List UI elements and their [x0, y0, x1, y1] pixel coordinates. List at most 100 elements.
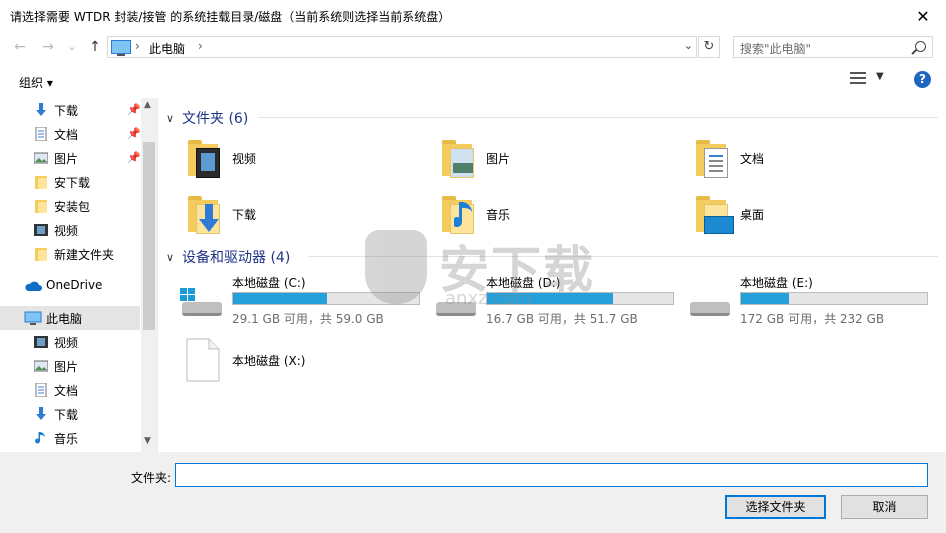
computer-icon	[111, 40, 131, 56]
desktop-folder-icon	[694, 194, 734, 234]
drives-group-header[interactable]: 设备和驱动器 (4)	[182, 247, 290, 267]
scroll-up-icon[interactable]: ▲	[144, 100, 151, 110]
folder-tile-documents[interactable]: 文档	[694, 138, 934, 190]
close-button[interactable]: ✕	[900, 0, 946, 32]
window-title: 请选择需要 WTDR 封装/接管 的系统挂载目录/磁盘（当前系统则选择当前系统盘…	[10, 10, 451, 24]
address-bar[interactable]: › 此电脑 › ⌄	[107, 36, 697, 58]
sidebar-item-pc-videos[interactable]: 视频	[0, 330, 140, 354]
sidebar-item-label: 文档	[54, 128, 79, 142]
scrollbar-thumb[interactable]	[143, 142, 155, 330]
sidebar-item-pictures[interactable]: 图片 📌	[0, 146, 141, 170]
sidebar-item-installers[interactable]: 安装包	[0, 194, 140, 218]
picture-icon	[34, 360, 48, 372]
sidebar-item-label: 下载	[54, 104, 79, 118]
search-input[interactable]: 搜索"此电脑"	[733, 36, 933, 58]
folder-label: 音乐	[486, 208, 511, 222]
computer-icon	[24, 311, 42, 325]
picture-folder-icon	[440, 138, 474, 178]
breadcrumb-chevron-icon[interactable]: ›	[135, 39, 140, 53]
folder-tile-pictures[interactable]: 图片	[440, 138, 680, 190]
pin-icon[interactable]: 📌	[127, 127, 141, 140]
scroll-down-icon[interactable]: ▼	[144, 436, 151, 446]
sidebar-item-anxiazai[interactable]: 安下载	[0, 170, 140, 194]
select-folder-button[interactable]: 选择文件夹	[725, 495, 826, 519]
drive-free-space: 29.1 GB 可用，共 59.0 GB	[232, 312, 384, 326]
pin-icon[interactable]: 📌	[127, 151, 141, 164]
folder-label: 图片	[486, 152, 511, 166]
sidebar-item-this-pc[interactable]: 此电脑	[0, 306, 140, 330]
sidebar-item-pc-music[interactable]: 音乐	[0, 426, 140, 450]
sidebar-item-pc-pictures[interactable]: 图片	[0, 354, 140, 378]
cancel-button[interactable]: 取消	[841, 495, 928, 519]
download-icon	[36, 103, 46, 116]
navigation-bar: ← → ⌄ ↑ › 此电脑 › ⌄ ↻ 搜索"此电脑"	[0, 32, 946, 62]
sidebar-item-pc-downloads[interactable]: 下载	[0, 402, 140, 426]
folder-name-label: 文件夹:	[131, 471, 172, 485]
folder-name-input[interactable]	[175, 463, 928, 487]
drive-tile-x[interactable]: 本地磁盘 (X:)	[186, 338, 436, 398]
address-dropdown-icon[interactable]: ⌄	[684, 39, 693, 52]
view-options-icon[interactable]	[850, 72, 866, 86]
search-icon	[915, 41, 926, 52]
back-button[interactable]: ←	[10, 38, 30, 56]
folder-icon	[35, 200, 47, 213]
collapse-chevron-icon[interactable]: ∨	[166, 251, 174, 264]
download-folder-icon	[186, 194, 220, 234]
drive-usage-fill	[233, 293, 328, 304]
help-button[interactable]: ?	[914, 71, 931, 88]
drive-tile-e[interactable]: 本地磁盘 (E:) 172 GB 可用，共 232 GB	[688, 274, 938, 334]
folders-group-header[interactable]: 文件夹 (6)	[182, 108, 248, 128]
picture-icon	[34, 152, 48, 164]
blank-drive-icon	[186, 338, 220, 382]
drive-usage-fill	[741, 293, 790, 304]
sidebar-item-onedrive[interactable]: OneDrive	[0, 274, 140, 298]
search-placeholder: 搜索"此电脑"	[740, 42, 812, 56]
folder-tile-videos[interactable]: 视频	[186, 138, 426, 190]
sidebar-scrollbar[interactable]: ▲ ▼	[141, 98, 157, 452]
document-folder-icon	[694, 138, 728, 178]
document-icon	[35, 127, 47, 141]
folder-label: 桌面	[740, 208, 765, 222]
drive-label: 本地磁盘 (E:)	[740, 276, 813, 290]
navigation-pane: 下载 📌 文档 📌 图片 📌 安下载 安装包 视频 新建文件夹 OneDrive…	[0, 98, 158, 452]
sidebar-item-label: OneDrive	[46, 278, 103, 292]
sidebar-item-videos[interactable]: 视频	[0, 218, 140, 242]
chevron-down-icon[interactable]: ▼	[876, 71, 884, 82]
collapse-chevron-icon[interactable]: ∨	[166, 112, 174, 125]
breadcrumb-this-pc[interactable]: 此电脑	[149, 40, 185, 57]
breadcrumb-chevron-icon[interactable]: ›	[198, 39, 203, 53]
sidebar-item-label: 此电脑	[46, 312, 83, 326]
pin-icon[interactable]: 📌	[127, 103, 141, 116]
cloud-icon	[25, 281, 42, 291]
folder-icon	[35, 176, 47, 189]
sidebar-item-label: 安装包	[54, 200, 91, 214]
up-button[interactable]: ↑	[85, 38, 105, 56]
watermark-subtext: anxz.com	[445, 288, 532, 309]
title-bar: 请选择需要 WTDR 封装/接管 的系统挂载目录/磁盘（当前系统则选择当前系统盘…	[0, 0, 946, 32]
toolbar: 组织 ▾ ▼ ?	[0, 62, 946, 99]
sidebar-item-downloads[interactable]: 下载 📌	[0, 98, 141, 122]
sidebar-item-documents[interactable]: 文档 📌	[0, 122, 141, 146]
drive-free-space: 172 GB 可用，共 232 GB	[740, 312, 885, 326]
sidebar-item-label: 文档	[54, 384, 79, 398]
download-icon	[36, 407, 46, 420]
sidebar-item-new-folder[interactable]: 新建文件夹	[0, 242, 140, 266]
video-folder-icon	[186, 138, 220, 178]
sidebar-item-label: 新建文件夹	[54, 248, 115, 262]
sidebar-item-label: 图片	[54, 152, 79, 166]
folder-tile-desktop[interactable]: 桌面	[694, 194, 934, 246]
drive-icon	[688, 288, 730, 316]
folder-label: 下载	[232, 208, 257, 222]
sidebar-item-label: 安下载	[54, 176, 91, 190]
recent-locations-button[interactable]: ⌄	[62, 38, 82, 56]
system-drive-icon	[180, 288, 222, 316]
sidebar-item-label: 图片	[54, 360, 79, 374]
refresh-button[interactable]: ↻	[698, 36, 720, 58]
organize-menu[interactable]: 组织 ▾	[19, 74, 53, 91]
site-watermark: 安下载 anxz.com	[365, 226, 593, 316]
drive-label: 本地磁盘 (C:)	[232, 276, 306, 290]
close-icon: ✕	[916, 6, 930, 26]
forward-button[interactable]: →	[38, 38, 58, 56]
sidebar-item-pc-documents[interactable]: 文档	[0, 378, 140, 402]
sidebar-item-label: 音乐	[54, 432, 79, 446]
